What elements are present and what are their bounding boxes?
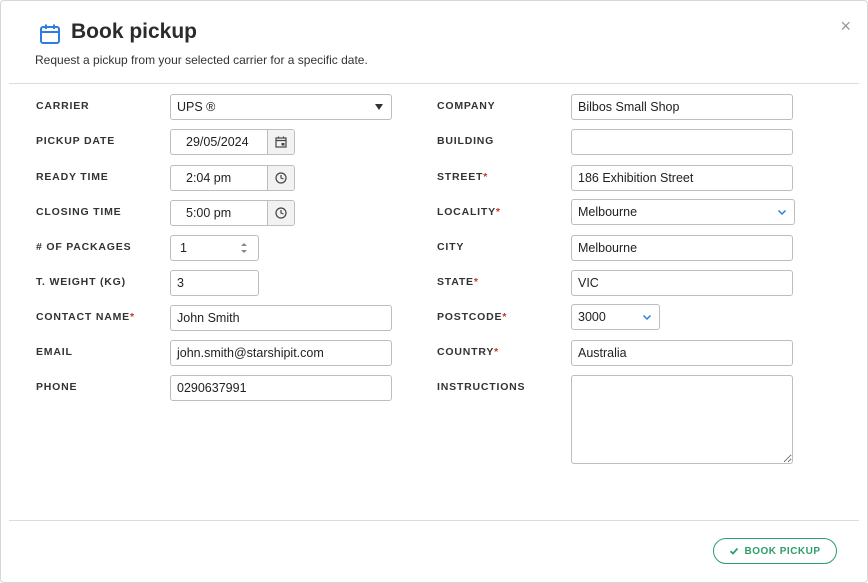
locality-select[interactable]: Melbourne bbox=[571, 199, 795, 225]
company-value: Bilbos Small Shop bbox=[578, 100, 680, 114]
packages-stepper[interactable]: 1 bbox=[170, 235, 259, 261]
required-marker: * bbox=[129, 311, 135, 323]
city-label: CITY bbox=[437, 241, 465, 253]
country-label-text: COUNTRY bbox=[437, 346, 495, 358]
clock-icon[interactable] bbox=[267, 201, 294, 225]
carrier-label: CARRIER bbox=[36, 100, 90, 112]
caret-down-icon bbox=[375, 104, 383, 110]
calendar-icon bbox=[40, 24, 60, 44]
contact-name-value: John Smith bbox=[177, 311, 240, 325]
email-label: EMAIL bbox=[36, 346, 73, 358]
instructions-textarea[interactable] bbox=[571, 375, 793, 464]
ready-time-label: READY TIME bbox=[36, 171, 109, 183]
modal-header: Book pickup Request a pickup from your s… bbox=[1, 1, 867, 83]
street-value: 186 Exhibition Street bbox=[578, 171, 694, 185]
street-label-text: STREET bbox=[437, 171, 484, 183]
carrier-value: UPS ® bbox=[177, 100, 216, 114]
country-input[interactable]: Australia bbox=[571, 340, 793, 366]
state-value: VIC bbox=[578, 276, 599, 290]
modal-title: Book pickup bbox=[71, 20, 198, 43]
modal-subtitle: Request a pickup from your selected carr… bbox=[35, 53, 368, 67]
carrier-select[interactable]: UPS ® bbox=[170, 94, 392, 120]
building-label: BUILDING bbox=[437, 135, 495, 147]
weight-label: T. WEIGHT (KG) bbox=[36, 276, 126, 288]
packages-value: 1 bbox=[180, 241, 187, 255]
city-value: Melbourne bbox=[578, 241, 638, 255]
pickup-date-input[interactable]: 29/05/2024 bbox=[170, 129, 295, 155]
spinner-arrows-icon[interactable] bbox=[240, 240, 248, 256]
street-input[interactable]: 186 Exhibition Street bbox=[571, 165, 793, 191]
postcode-select[interactable]: 3000 bbox=[571, 304, 660, 330]
phone-input[interactable]: 0290637991 bbox=[170, 375, 392, 401]
postcode-value: 3000 bbox=[578, 310, 606, 324]
closing-time-value: 5:00 pm bbox=[186, 206, 232, 220]
state-input[interactable]: VIC bbox=[571, 270, 793, 296]
state-label: STATE* bbox=[437, 276, 479, 288]
packages-label: # OF PACKAGES bbox=[36, 241, 132, 253]
country-value: Australia bbox=[578, 346, 627, 360]
ready-time-value: 2:04 pm bbox=[186, 171, 232, 185]
closing-time-label: CLOSING TIME bbox=[36, 206, 122, 218]
state-label-text: STATE bbox=[437, 276, 474, 288]
company-label: COMPANY bbox=[437, 100, 496, 112]
required-marker: * bbox=[495, 206, 501, 218]
street-label: STREET* bbox=[437, 171, 488, 183]
weight-input[interactable]: 3 bbox=[170, 270, 259, 296]
contact-name-input[interactable]: John Smith bbox=[170, 305, 392, 331]
postcode-label: POSTCODE* bbox=[437, 311, 507, 323]
close-icon[interactable]: × bbox=[840, 17, 851, 35]
ready-time-input[interactable]: 2:04 pm bbox=[170, 165, 295, 191]
chevron-down-icon bbox=[642, 314, 652, 321]
clock-icon[interactable] bbox=[267, 166, 294, 190]
company-input[interactable]: Bilbos Small Shop bbox=[571, 94, 793, 120]
locality-label-text: LOCALITY bbox=[437, 206, 496, 218]
locality-value: Melbourne bbox=[578, 205, 638, 219]
instructions-label: INSTRUCTIONS bbox=[437, 381, 526, 393]
country-label: COUNTRY* bbox=[437, 346, 499, 358]
required-marker: * bbox=[483, 171, 489, 183]
contact-name-label: CONTACT NAME* bbox=[36, 311, 135, 323]
email-value: john.smith@starshipit.com bbox=[177, 346, 324, 360]
phone-value: 0290637991 bbox=[177, 381, 247, 395]
check-icon bbox=[730, 547, 739, 555]
city-input[interactable]: Melbourne bbox=[571, 235, 793, 261]
chevron-down-icon bbox=[777, 209, 787, 216]
header-divider bbox=[9, 83, 859, 84]
required-marker: * bbox=[502, 311, 508, 323]
building-input[interactable] bbox=[571, 129, 793, 155]
closing-time-input[interactable]: 5:00 pm bbox=[170, 200, 295, 226]
phone-label: PHONE bbox=[36, 381, 78, 393]
book-pickup-label: BOOK PICKUP bbox=[744, 545, 821, 557]
book-pickup-button[interactable]: BOOK PICKUP bbox=[713, 538, 837, 564]
locality-label: LOCALITY* bbox=[437, 206, 501, 218]
pickup-date-label: PICKUP DATE bbox=[36, 135, 116, 147]
contact-name-label-text: CONTACT NAME bbox=[36, 311, 130, 323]
book-pickup-modal: Book pickup Request a pickup from your s… bbox=[0, 0, 868, 583]
postcode-label-text: POSTCODE bbox=[437, 311, 503, 323]
weight-value: 3 bbox=[177, 276, 184, 290]
required-marker: * bbox=[473, 276, 479, 288]
required-marker: * bbox=[494, 346, 500, 358]
footer-divider bbox=[9, 520, 859, 521]
pickup-date-value: 29/05/2024 bbox=[186, 135, 249, 149]
email-input[interactable]: john.smith@starshipit.com bbox=[170, 340, 392, 366]
calendar-picker-icon[interactable] bbox=[267, 130, 294, 154]
